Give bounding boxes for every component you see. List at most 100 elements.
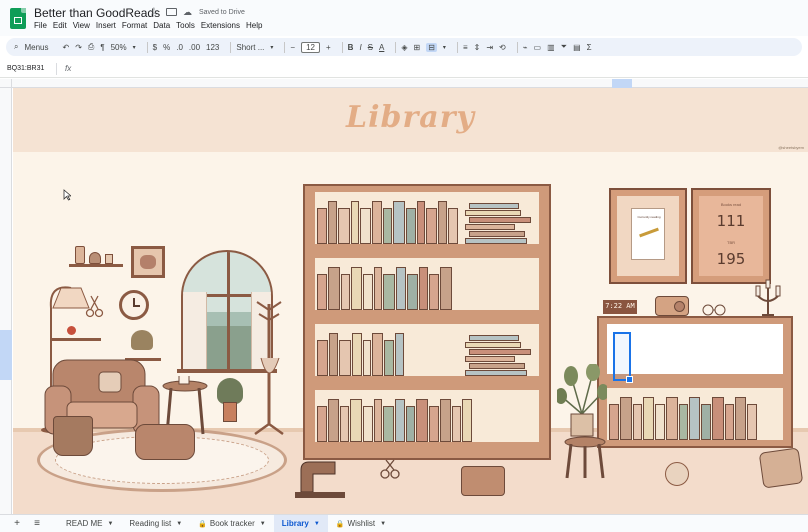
sheet-canvas[interactable]: Library @sheetsbyem Currently reading Bo… [13,88,808,514]
font-size-decrease-icon[interactable]: − [290,43,295,52]
book-spine [440,267,452,310]
menu-file[interactable]: File [34,21,52,30]
functions-icon[interactable]: Σ [587,43,592,52]
chevron-down-icon[interactable]: ▼ [314,521,320,527]
filter-views-icon[interactable]: ▤ [573,43,581,52]
glasses-icon [702,304,726,316]
bold-icon[interactable]: B [348,43,354,52]
tbr-label: TBR [727,240,735,245]
book-spine [419,267,428,310]
zoom-select[interactable]: 50% [111,43,127,52]
toolbar-divider [284,41,286,53]
tab-reading-list[interactable]: Reading list ▼ [121,515,190,532]
book-spine [396,267,406,310]
tab-wishlist[interactable]: 🔒 Wishlist ▼ [328,515,394,532]
book-spine [735,397,746,440]
menu-edit[interactable]: Edit [53,21,72,30]
selected-row-headers[interactable] [0,330,12,380]
menu-format[interactable]: Format [122,21,152,30]
undo-icon[interactable]: ↶ [63,43,70,52]
increase-decimal-button[interactable]: .00 [189,43,200,52]
tab-book-tracker[interactable]: 🔒 Book tracker ▼ [190,515,274,532]
book-spine [317,340,328,376]
selected-cell-range[interactable] [613,332,633,383]
font-family-select[interactable]: Short ... [236,43,264,52]
book-spine [338,208,350,244]
tab-library[interactable]: Library ▼ [273,514,328,532]
stacked-book [469,217,531,223]
horizontal-align-icon[interactable]: ≡ [463,43,468,52]
menu-help[interactable]: Help [246,21,267,30]
merge-cells-icon[interactable]: ⊟ [426,42,437,52]
saved-status: Saved to Drive [199,9,245,16]
book-spine [328,399,339,442]
chevron-down-icon[interactable]: ▼ [380,521,386,527]
insert-chart-icon[interactable]: ▥ [547,43,555,52]
menu-extensions[interactable]: Extensions [201,21,245,30]
font-chevron-icon[interactable]: ▾ [270,44,273,51]
document-title[interactable]: Better than GoodReads [34,6,160,20]
decrease-decimal-button[interactable]: .0 [176,43,183,52]
book-spine [372,333,383,376]
book-spine [328,267,340,310]
text-color-icon[interactable]: A [379,43,384,52]
book-spine [725,404,734,440]
chevron-down-icon[interactable]: ▼ [107,521,113,527]
book-spine [393,201,405,244]
percent-format-button[interactable]: % [163,43,170,52]
text-wrapping-icon[interactable]: ⇥ [486,43,493,52]
all-sheets-icon[interactable]: ≡ [30,518,44,529]
chevron-down-icon[interactable]: ▼ [260,521,266,527]
book-spine [360,208,371,244]
book-spine [341,274,350,310]
book-spine [426,208,437,244]
row-headers[interactable] [0,88,12,514]
toolbar-divider [516,41,518,53]
folder-icon[interactable] [166,8,177,16]
italic-icon[interactable]: I [359,43,361,52]
selected-column-header[interactable] [612,79,632,88]
search-menus-icon[interactable]: ⌕ [14,42,18,52]
merge-chevron-icon[interactable]: ▾ [443,44,446,51]
book-spine [317,208,327,244]
redo-icon[interactable]: ↷ [75,43,82,52]
paint-format-icon[interactable]: ¶ [100,43,104,52]
insert-comment-icon[interactable]: ▭ [534,43,542,52]
zoom-chevron-icon[interactable]: ▾ [133,44,136,51]
menu-insert[interactable]: Insert [96,21,121,30]
name-box[interactable]: BQ31:BR31 [7,65,44,72]
book-spine [351,201,359,244]
book-spine [363,406,373,442]
menu-data[interactable]: Data [153,21,175,30]
stacked-book [469,363,525,369]
lock-icon: 🔒 [198,520,207,528]
book-spine [429,406,439,442]
tab-label: READ ME [66,519,103,528]
filter-icon[interactable]: ⏷ [561,42,567,52]
chevron-down-icon[interactable]: ▼ [176,521,182,527]
radio-icon [655,296,689,316]
book-spine [747,404,757,440]
tab-read-me[interactable]: READ ME ▼ [58,515,121,532]
insert-link-icon[interactable]: ⌁ [523,43,528,52]
add-sheet-icon[interactable]: + [10,518,24,529]
font-size-increase-icon[interactable]: + [326,43,331,52]
menu-view[interactable]: View [73,21,95,30]
borders-icon[interactable]: ⊞ [414,43,421,52]
font-size-input[interactable]: 12 [301,41,320,53]
fill-color-icon[interactable]: ◈ [401,43,407,52]
strikethrough-icon[interactable]: S [368,43,373,52]
sheets-logo-icon[interactable] [10,8,26,29]
column-headers[interactable] [12,79,808,88]
star-icon[interactable]: ☆ [149,5,159,18]
search-menus-label[interactable]: Menus [24,43,48,52]
coat-rack-icon [254,301,284,436]
menu-tools[interactable]: Tools [176,21,200,30]
book-spine [372,201,382,244]
number-format-button[interactable]: 123 [206,43,219,52]
select-all-corner[interactable] [0,79,12,88]
text-rotation-icon[interactable]: ⟲ [499,43,506,52]
print-icon[interactable]: ⎙ [88,42,94,52]
currency-format-button[interactable]: $ [153,43,157,52]
vertical-align-icon[interactable]: ⇕ [474,43,481,52]
